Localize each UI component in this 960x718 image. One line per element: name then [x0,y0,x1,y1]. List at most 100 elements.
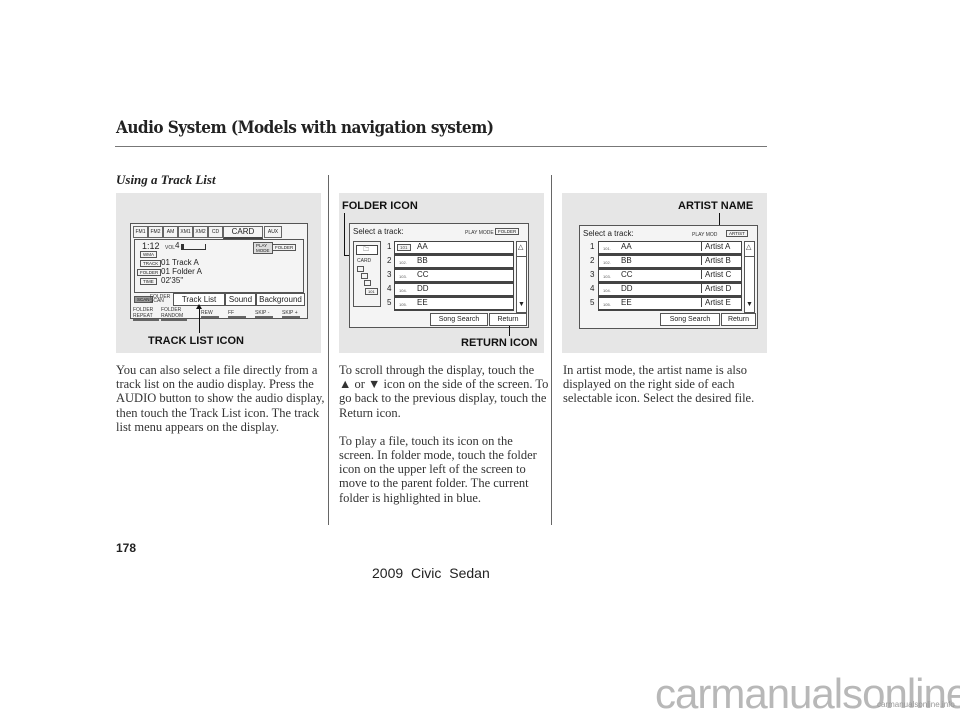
callout-line [199,306,200,333]
scroll-up-icon[interactable]: △ [746,243,751,251]
track-row[interactable]: 104. DD Artist D [598,283,742,297]
song-search-button[interactable]: Song Search [660,313,720,326]
tab-fm1[interactable]: FM1 [133,226,148,238]
folder-repeat-button[interactable]: FOLDER REPEAT [133,307,159,321]
artist-name-callout: ARTIST NAME [678,200,754,212]
title-rule [115,146,767,147]
folder-random-button[interactable]: FOLDER RANDOM [161,307,187,321]
scrollbar[interactable]: △ ▼ [516,241,527,313]
track-select-screen: Select a track: PLAY MOD ARTIST 1 101. A… [579,225,758,329]
mode-badge: FOLDER [495,228,520,235]
track-index: 101 [397,244,411,251]
scroll-up-icon[interactable]: △ [518,243,523,251]
song-search-button[interactable]: Song Search [430,313,488,326]
track-row[interactable]: 105. EE Artist E [598,297,742,311]
tab-card[interactable]: CARD [223,226,263,239]
return-button[interactable]: Return [721,313,756,326]
track-number: 5 [590,298,595,307]
folder-icon: 🗀 [363,247,370,253]
tab-xm1[interactable]: XM1 [178,226,193,238]
figure-audio-display: FM1 FM2 AM XM1 XM2 CD CARD AUX 1:12 VOL … [116,193,321,353]
time-value: 02'35" [161,276,184,285]
callout-line [344,213,345,255]
folder-icon [357,266,364,272]
play-mode-button[interactable]: PLAY MODE [253,242,273,254]
track-name: AA [417,242,428,251]
scroll-down-icon[interactable]: ▼ [518,301,525,308]
track-index: 102. [603,260,611,265]
section-subtitle: Using a Track List [116,172,216,187]
paragraph: You can also select a file directly from… [116,363,325,434]
track-number: 1 [590,242,595,251]
folder-icon [364,280,371,286]
track-row[interactable]: 102. BB [394,255,514,269]
play-mode-label: PLAY MOD [692,232,718,238]
track-row[interactable]: 104. DD [394,283,514,297]
select-track-heading: Select a track: [353,227,404,236]
page-title: Audio System (Models with navigation sys… [116,118,494,138]
tab-am[interactable]: AM [163,226,178,238]
track-number: 4 [590,284,595,293]
now-playing-panel: 1:12 VOL 4 WMA PLAY MODE FOLDER TRACK 01… [134,239,304,293]
track-row[interactable]: 101. AA Artist A [598,241,742,255]
ff-button[interactable]: FF [228,310,246,318]
artist-name: Artist C [701,270,731,279]
track-index: 105. [603,302,611,307]
watermark-small: carmanualsonline.info [877,700,955,709]
paragraph: In artist mode, the artist name is also … [563,363,755,406]
tab-xm2[interactable]: XM2 [193,226,208,238]
tab-fm2[interactable]: FM2 [148,226,163,238]
text-span: or [354,377,365,392]
track-number: 2 [590,256,595,265]
volume-bar[interactable] [181,244,206,250]
time-label: TIME [140,278,157,285]
scrollbar[interactable]: △ ▼ [744,241,755,313]
skip-minus-button[interactable]: SKIP - [255,310,273,318]
elapsed-time: 1:12 [142,241,160,251]
artist-name: Artist B [701,256,731,265]
sound-button[interactable]: Sound [225,293,256,306]
paragraph: To play a file, touch its icon on the sc… [339,433,537,505]
track-index: 103. [603,274,611,279]
paragraph: To scroll through the display, touch the… [339,363,549,420]
page-number: 178 [116,541,137,555]
track-row[interactable]: 101 AA [394,241,514,255]
track-row[interactable]: 105. EE [394,297,514,311]
track-name: AA [621,242,632,251]
up-arrow-icon: ▲ [339,377,352,392]
track-name: DD [621,284,633,293]
track-name: CC [621,270,633,279]
track-number: 2 [387,256,392,265]
scroll-down-icon[interactable]: ▼ [746,301,753,308]
track-select-screen: Select a track: PLAY MODE FOLDER 🗀 CARD … [349,223,529,328]
track-value: 01 Track A [161,258,199,267]
scrollbar-divider [745,256,754,257]
volume-label: VOL [165,245,176,251]
track-index: 103. [399,274,407,279]
background-button[interactable]: Background [256,293,305,306]
current-folder[interactable]: 101 [365,288,378,295]
track-number: 3 [387,270,392,279]
parent-folder-button[interactable]: 🗀 [356,245,378,255]
folder-label: FOLDER [137,269,162,276]
column-divider [328,175,329,525]
play-mode-label: PLAY MODE [465,230,494,236]
skip-plus-button[interactable]: SKIP + [282,310,300,318]
track-row[interactable]: 102. BB Artist B [598,255,742,269]
track-index: 105. [399,302,407,307]
track-name: BB [417,256,428,265]
return-button[interactable]: Return [489,313,527,326]
select-track-heading: Select a track: [583,229,634,238]
track-index: 104. [603,288,611,293]
tab-cd[interactable]: CD [208,226,223,238]
track-name: DD [417,284,429,293]
scrollbar-divider [517,256,526,257]
track-name: CC [417,270,429,279]
track-number: 1 [387,242,392,251]
track-row[interactable]: 103. CC Artist C [598,269,742,283]
track-number: 4 [387,284,392,293]
folder-scan-label: FOLDER SCAN [150,294,171,304]
rew-button[interactable]: REW [201,310,219,318]
track-row[interactable]: 103. CC [394,269,514,283]
tab-aux[interactable]: AUX [264,226,282,238]
